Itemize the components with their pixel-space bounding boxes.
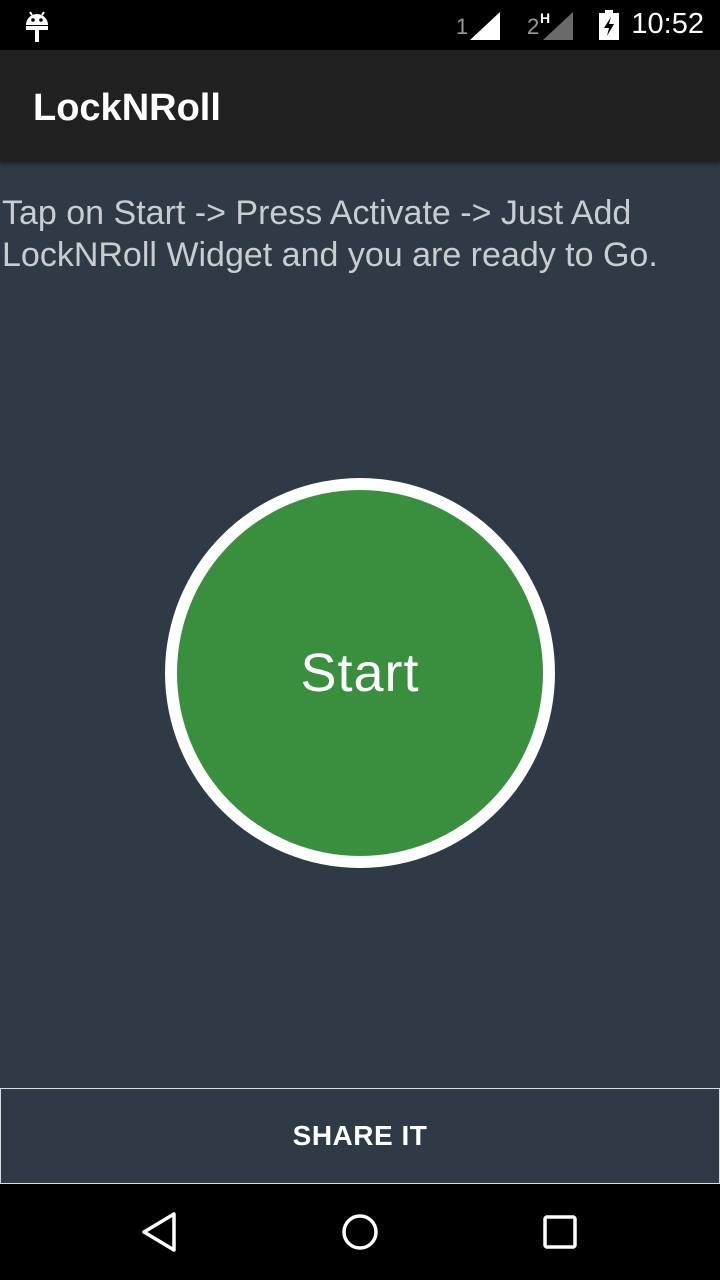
recents-icon[interactable] bbox=[536, 1208, 584, 1256]
app-title: LockNRoll bbox=[33, 87, 221, 129]
share-label: SHARE IT bbox=[292, 1120, 428, 1151]
sim2-signal: 2 H bbox=[527, 10, 577, 40]
clock: 10:52 bbox=[631, 8, 704, 40]
android-debug-icon bbox=[26, 11, 48, 42]
app-bar: LockNRoll bbox=[0, 50, 720, 162]
start-label: Start bbox=[300, 643, 420, 703]
sim1-signal: 1 bbox=[456, 10, 502, 40]
screen: 1 2 H 10:52 LockNRoll Tap on Start -> Pr… bbox=[0, 0, 720, 1280]
signal-icon bbox=[470, 12, 500, 40]
battery-charging-icon bbox=[599, 10, 619, 40]
start-button[interactable]: Start bbox=[177, 490, 543, 856]
back-icon[interactable] bbox=[136, 1208, 184, 1256]
status-bar: 1 2 H 10:52 bbox=[0, 0, 720, 50]
share-button[interactable]: SHARE IT bbox=[0, 1088, 720, 1184]
instructions-text: Tap on Start -> Press Activate -> Just A… bbox=[2, 194, 658, 274]
home-icon[interactable] bbox=[336, 1208, 384, 1256]
sim1-label: 1 bbox=[456, 14, 469, 39]
start-button-ring: Start bbox=[165, 478, 555, 868]
signal-icon bbox=[543, 12, 573, 40]
navigation-bar bbox=[0, 1184, 720, 1280]
sim2-label: 2 bbox=[527, 14, 540, 39]
